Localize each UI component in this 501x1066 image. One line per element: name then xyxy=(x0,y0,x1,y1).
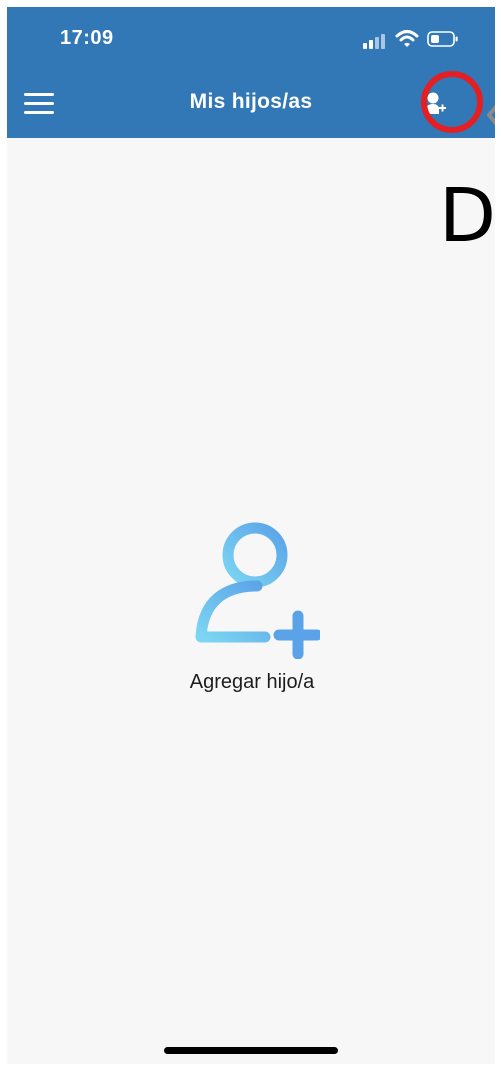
wifi-icon xyxy=(395,29,419,49)
annotation-text: Da xyxy=(439,173,495,259)
cellular-signal-icon xyxy=(363,33,387,49)
highlight-circle xyxy=(421,71,483,133)
battery-icon xyxy=(427,31,458,47)
add-child-button[interactable]: Agregar hijo/a xyxy=(167,519,337,699)
add-person-icon xyxy=(195,522,320,659)
status-time: 17:09 xyxy=(60,27,114,49)
home-indicator[interactable] xyxy=(164,1047,338,1054)
add-child-label: Agregar hijo/a xyxy=(189,671,315,693)
app-screen: 17:09 Mis hijos/as D Agregar hijo/a xyxy=(7,7,495,1064)
app-header: 17:09 Mis hijos/as xyxy=(7,7,495,138)
pointer-arrow xyxy=(485,99,495,139)
